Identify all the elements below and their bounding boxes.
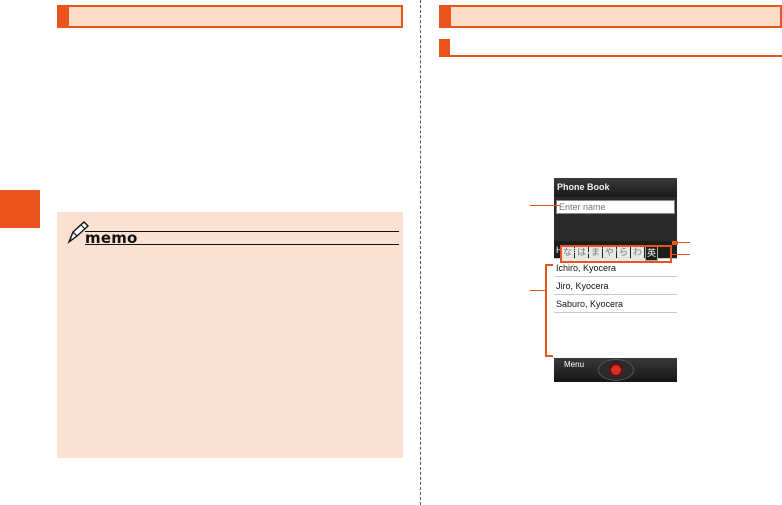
right-section-header: [439, 5, 782, 28]
phone-screen: Phone Book Enter name Hanako, Kyocera Ic…: [554, 178, 677, 382]
phonebook-title: Phone Book: [554, 178, 677, 197]
center-key-dot: [609, 363, 623, 377]
chapter-tab: [0, 190, 40, 228]
memo-rule-bottom: [85, 244, 399, 245]
kana-tabs-highlight: [560, 245, 672, 263]
left-header-accent: [59, 7, 69, 26]
menu-softkey[interactable]: Menu: [564, 360, 584, 369]
contact-list-bracket: [545, 264, 553, 357]
phone-soft-key-bar: Menu: [554, 358, 677, 382]
subheader-accent: [439, 39, 450, 55]
memo-box: memo: [57, 212, 403, 458]
callout-line-selected: [678, 242, 690, 243]
left-section-header: [57, 5, 403, 28]
callout-line-kana: [672, 254, 690, 255]
contact-row[interactable]: Saburo, Kyocera: [554, 295, 677, 313]
kana-tab-strip: [554, 217, 677, 241]
right-header-accent: [441, 7, 451, 26]
right-subheader: [439, 39, 782, 57]
search-bar: Enter name: [554, 197, 677, 217]
callout-line-search: [530, 205, 560, 206]
contact-row[interactable]: Jiro, Kyocera: [554, 277, 677, 295]
name-search-input[interactable]: Enter name: [556, 200, 675, 214]
column-divider: [420, 0, 421, 505]
callout-line-list: [530, 290, 545, 291]
center-key-icon[interactable]: [598, 359, 634, 381]
